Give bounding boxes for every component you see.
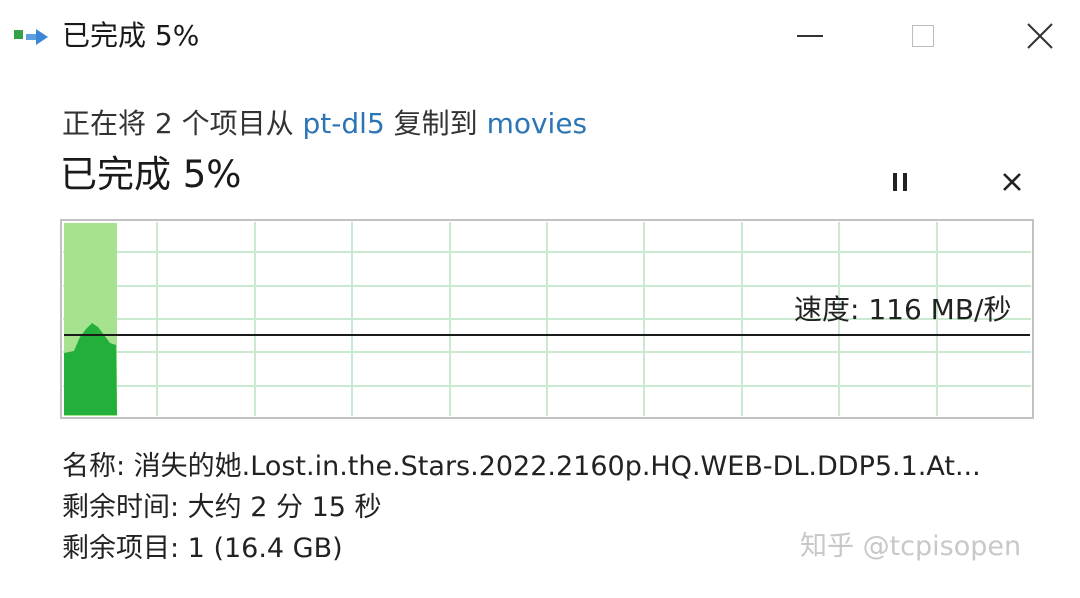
copy-middle: 复制到 — [384, 107, 487, 140]
cancel-icon — [1003, 173, 1021, 191]
pause-icon-bar-right — [903, 173, 907, 191]
maximize-button[interactable] — [893, 14, 953, 58]
cancel-button[interactable] — [990, 160, 1034, 204]
source-link[interactable]: pt-dl5 — [303, 107, 385, 140]
speed-label: 速度: 116 MB/秒 — [794, 293, 1012, 326]
pause-button[interactable] — [878, 162, 922, 202]
close-icon — [1027, 23, 1053, 49]
close-button[interactable] — [1010, 14, 1070, 58]
time-remaining: 剩余时间: 大约 2 分 15 秒 — [62, 492, 382, 523]
file-name: 名称: 消失的她.Lost.in.the.Stars.2022.2160p.HQ… — [62, 451, 981, 482]
file-copy-icon — [14, 29, 48, 45]
destination-link[interactable]: movies — [487, 107, 588, 140]
maximize-icon — [912, 25, 934, 47]
copy-prefix: 正在将 2 个项目从 — [62, 107, 303, 140]
minimize-button[interactable] — [780, 14, 840, 58]
pause-icon-bar-left — [893, 173, 897, 191]
window-title: 已完成 5% — [62, 19, 200, 52]
items-remaining: 剩余项目: 1 (16.4 GB) — [62, 533, 343, 564]
watermark: 知乎 @tcpisopen — [800, 531, 1022, 562]
copy-description: 正在将 2 个项目从 pt-dl5 复制到 movies — [62, 104, 587, 144]
title-bar: 已完成 5% — [0, 0, 1080, 72]
minimize-icon — [797, 35, 823, 37]
progress-percent: 已完成 5% — [60, 153, 242, 196]
